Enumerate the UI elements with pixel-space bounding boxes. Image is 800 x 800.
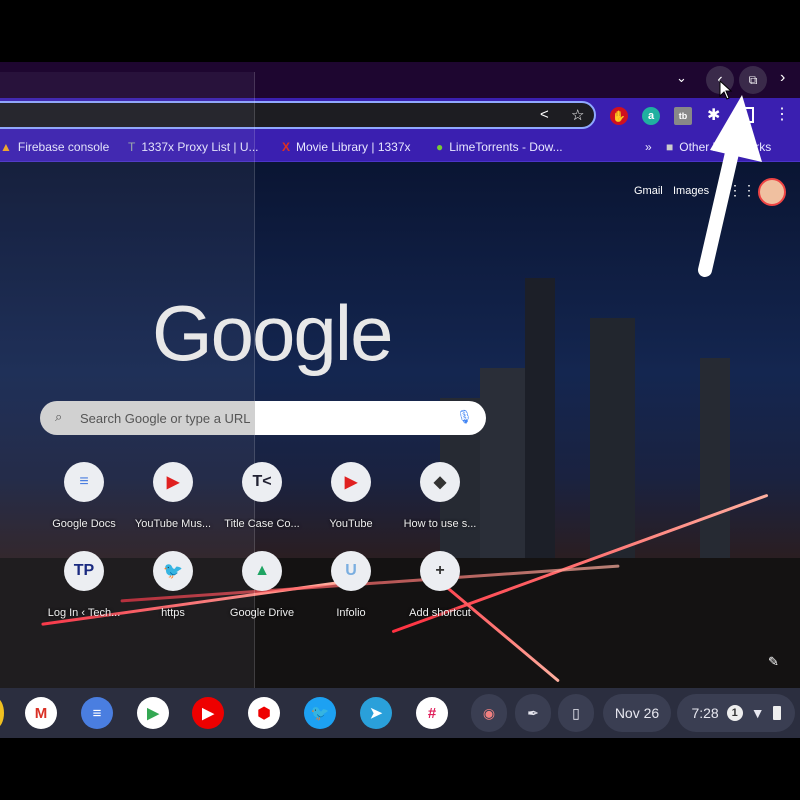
shortcut-icon: + [420,551,460,591]
search-icon: ⌕ [55,409,63,424]
shortcut-label: Google Drive [229,607,295,619]
shortcut-icon: U [331,551,371,591]
search-placeholder: Search Google or type a URL [80,410,251,426]
shortcut-label: Google Docs [52,518,116,530]
bookmark-star-icon[interactable]: ☆ [571,106,584,124]
bookmark-label: LimeTorrents - Dow... [449,140,563,154]
notification-badge: 1 [726,705,743,721]
shortcut-label: Log In ‹ Tech... [47,607,121,619]
shortcut-tile[interactable]: ≡ Google Docs [34,462,134,530]
gmail-app-icon[interactable]: M [25,697,57,729]
slack-app-icon[interactable]: # [416,697,448,729]
shortcut-tile[interactable]: ▶ YouTube [301,462,401,530]
mouse-cursor-icon [719,80,733,100]
shortcut-label: https [161,607,185,619]
bookmarks-overflow-button[interactable]: » [645,140,652,154]
shortcut-icon: ▶ [331,462,371,502]
shortcut-tile[interactable]: U Infolio [301,551,401,619]
date-tray[interactable]: Nov 26 [603,694,671,732]
forward-arrow-icon[interactable]: › [780,69,785,87]
bookmark-movie-library[interactable]: X Movie Library | 1337x [282,140,411,154]
phone-hub-button[interactable]: ▯ [558,694,594,732]
google-docs-app-icon[interactable]: ≡ [81,697,113,729]
bookmark-limetorrents[interactable]: ● LimeTorrents - Dow... [436,140,563,154]
shortcut-tile[interactable]: ◆ How to use s... [390,462,490,530]
search-input[interactable]: ⌕ Search Google or type a URL 🎙 [40,401,486,435]
microphone-icon[interactable]: 🎙 [456,409,473,425]
wifi-icon: ▼ [750,705,765,721]
telegram-app-icon[interactable]: ➤ [360,697,392,729]
shortcut-icon: ▶ [153,462,193,502]
shortcut-icon: 🐦 [153,551,193,591]
annotation-arrow [698,95,762,277]
battery-icon [772,706,781,720]
shortcut-label: Add shortcut [409,607,471,619]
youtube-create-app-icon[interactable]: ⬢ [248,697,280,729]
shortcut-icon: TP [64,551,104,591]
folder-icon: ■ [666,140,674,154]
shortcut-tile[interactable]: T< Title Case Co... [212,462,312,530]
stylus-tools-button[interactable]: ✒ [515,694,551,732]
adblock-icon[interactable]: ✋ [610,107,628,125]
shortcut-tile[interactable]: + Add shortcut [390,551,490,619]
screen-record-button[interactable]: ◉ [471,694,507,732]
customize-pencil-icon[interactable]: ✎ [768,654,779,670]
shortcut-label: Title Case Co... [224,518,300,530]
play-store-app-icon[interactable]: ▶ [137,697,169,729]
x-icon: X [282,140,291,154]
shortcut-icon: ≡ [64,462,104,502]
shortcut-tile[interactable]: 🐦 https [123,551,223,619]
record-stop-icon: ◉ [482,704,496,721]
lime-icon: ● [436,140,444,154]
shortcut-icon: ▲ [242,551,282,591]
shortcut-tile[interactable]: TP Log In ‹ Tech... [34,551,134,619]
shortcut-label: How to use s... [403,518,477,530]
launcher-partial[interactable] [0,698,4,728]
pen-icon: ✒ [527,704,539,721]
phone-icon: ▯ [572,704,580,721]
amazon-assistant-icon[interactable]: a [642,107,660,125]
gmail-link[interactable]: Gmail [634,185,663,197]
twitter-app-icon[interactable]: 🐦 [304,697,336,729]
youtube-music-app-icon[interactable]: ▶ [192,697,224,729]
shortcut-label: YouTube [329,518,373,530]
google-logo: Google [152,289,394,377]
shortcut-label: YouTube Mus... [134,518,212,530]
share-icon[interactable]: < [540,106,549,123]
shortcut-tile[interactable]: ▲ Google Drive [212,551,312,619]
clock: 7:28 [691,705,719,721]
shortcut-tile[interactable]: ▶ YouTube Mus... [123,462,223,530]
shortcut-icon: T< [242,462,282,502]
bookmark-label: Movie Library | 1337x [296,140,411,154]
status-tray[interactable]: 7:28 1 ▼ [677,694,795,732]
shortcut-icon: ◆ [420,462,460,502]
shortcut-label: Infolio [336,607,366,619]
